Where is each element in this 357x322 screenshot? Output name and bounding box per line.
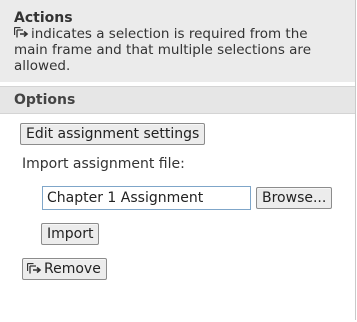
actions-panel: Actions indicates a selection is require… bbox=[0, 0, 356, 320]
import-file-label: Import assignment file: bbox=[22, 156, 185, 172]
edit-assignment-settings-button[interactable]: Edit assignment settings bbox=[20, 123, 206, 145]
browse-button[interactable]: Browse... bbox=[256, 187, 333, 209]
actions-description: indicates a selection is required from t… bbox=[14, 26, 343, 74]
import-button[interactable]: Import bbox=[41, 223, 100, 245]
multi-selection-icon bbox=[27, 263, 42, 274]
remove-button[interactable]: Remove bbox=[22, 258, 107, 280]
options-title: Options bbox=[0, 86, 355, 114]
remove-button-label: Remove bbox=[44, 261, 101, 277]
actions-description-text: indicates a selection is required from t… bbox=[14, 26, 311, 74]
file-path-input[interactable]: Chapter 1 Assignment bbox=[42, 186, 251, 210]
actions-title: Actions bbox=[14, 10, 73, 26]
actions-section: Actions indicates a selection is require… bbox=[0, 0, 355, 82]
multi-selection-icon bbox=[14, 27, 29, 38]
